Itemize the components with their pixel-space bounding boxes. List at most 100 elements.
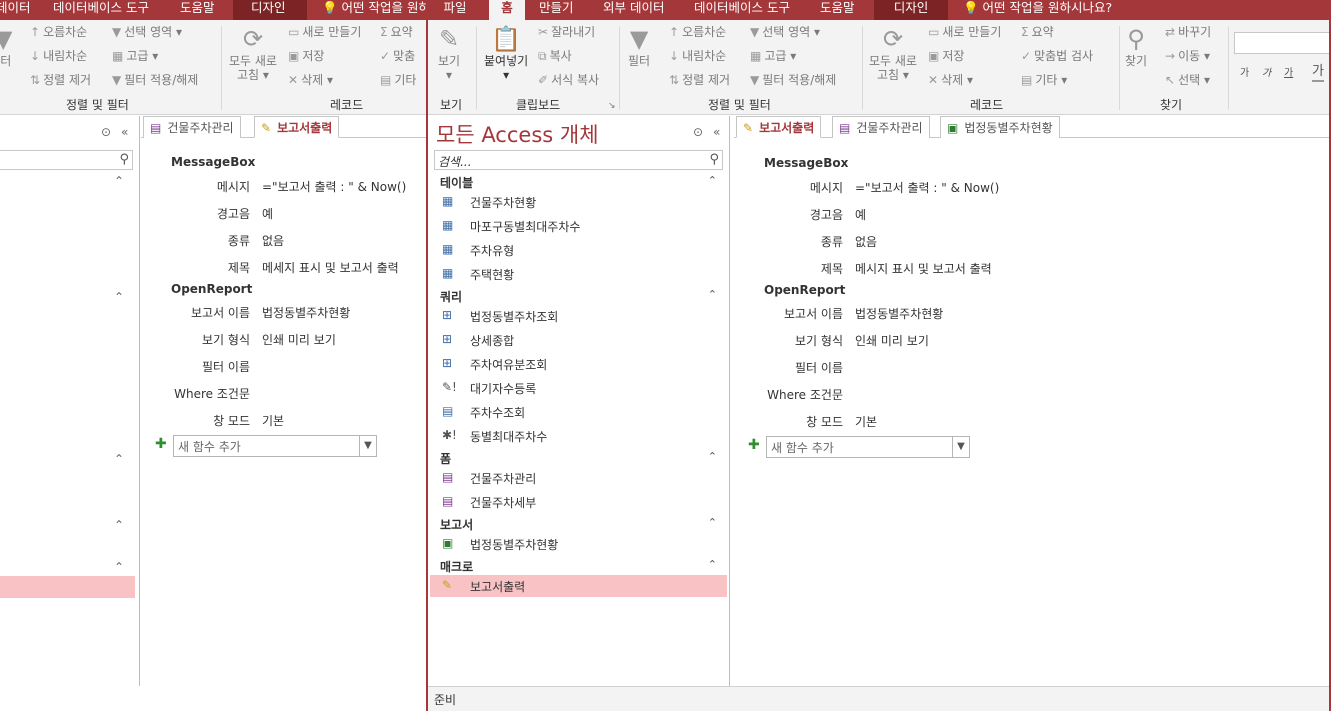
advanced-button[interactable]: ▦ 고급 ▾ [112, 48, 158, 64]
remove-sort-button[interactable]: ⇅ 정렬 제거 [30, 72, 91, 88]
group-collapse-icon[interactable]: ⌃ [708, 558, 717, 571]
save-record-button[interactable]: ▣ 저장 [288, 48, 324, 64]
font-color-button[interactable]: 가 [1312, 64, 1324, 82]
tab-report-output[interactable]: ✎ 보고서출력 [254, 116, 340, 138]
search-icon[interactable]: ⚲ [119, 152, 129, 167]
nav-item-form[interactable]: ▤ 건물주차관리 [430, 467, 729, 489]
tab-building-parking[interactable]: ▤ 건물주차관리 [143, 116, 241, 138]
spelling-button[interactable]: ✓ 맞춤법 검사 [1021, 48, 1093, 64]
tab-building-parking[interactable]: ▤ 건물주차관리 [832, 116, 930, 138]
nav-item-query[interactable]: ▤ 주차수조회 [430, 401, 729, 423]
group-collapse-icon[interactable]: ⌃ [114, 518, 124, 532]
nav-item-form[interactable]: ▤ 건물주차세부 [430, 491, 729, 513]
format-painter-button[interactable]: ✐ 서식 복사 [538, 72, 599, 88]
nav-group-macros[interactable]: 매크로 ⌃ [430, 556, 729, 576]
tell-me-box[interactable]: 💡 어떤 작업을 원하 [322, 0, 426, 20]
refresh-all-button[interactable]: ⟳ 모두 새로 고침 ▾ [869, 24, 917, 82]
chevron-down-icon[interactable]: ▼ [952, 437, 969, 457]
group-collapse-icon[interactable]: ⌃ [708, 450, 717, 463]
sort-descending-button[interactable]: ↓ 내림차순 [30, 48, 87, 64]
group-collapse-icon[interactable]: ⌃ [114, 560, 124, 574]
tab-parking-report[interactable]: ▣ 법정동별주차현황 [940, 116, 1060, 138]
save-record-button[interactable]: ▣ 저장 [928, 48, 964, 64]
advanced-button[interactable]: ▦ 고급 ▾ [750, 48, 796, 64]
menu-tab-create[interactable]: 만들기 [539, 0, 574, 20]
nav-group-forms[interactable]: 폼 ⌃ [430, 448, 729, 468]
more-button[interactable]: ▤ 기타 ▾ [1021, 72, 1067, 88]
add-new-action-combo[interactable]: ✚ 새 함수 추가 ▼ [155, 435, 377, 457]
paste-button[interactable]: 📋 붙여넣기 ▾ [484, 24, 528, 82]
action-messagebox[interactable]: MessageBox [171, 155, 255, 169]
arg-value[interactable]: 예 [855, 206, 866, 223]
tell-me-box[interactable]: 💡 어떤 작업을 원하시나요? [963, 0, 1112, 20]
remove-sort-button[interactable]: ⇅ 정렬 제거 [669, 72, 730, 88]
arg-value[interactable]: 메세지 표시 및 보고서 출력 [262, 259, 399, 276]
refresh-all-button[interactable]: ⟳ 모두 새로 고침 ▾ [229, 24, 277, 82]
nav-item-table[interactable]: ▦ 건물주차현황 [430, 191, 729, 213]
toggle-filter-button[interactable]: ▼ 필터 적용/해제 [112, 72, 198, 88]
menu-tab-help[interactable]: 도움말 [180, 0, 215, 20]
new-record-button[interactable]: ▭ 새로 만들기 [928, 24, 1001, 40]
arg-value[interactable]: 기본 [855, 413, 877, 430]
menu-tab-help[interactable]: 도움말 [820, 0, 855, 20]
nav-menu-chevron-icon[interactable]: ⊙ [693, 125, 703, 139]
selected-nav-item[interactable] [0, 576, 135, 598]
sort-descending-button[interactable]: ↓ 내림차순 [669, 48, 726, 64]
font-underline-button[interactable]: 가 [1284, 66, 1293, 82]
spelling-button[interactable]: ✓ 맞춤 [380, 48, 415, 64]
nav-search-box[interactable]: 검색... ⚲ [434, 150, 723, 170]
nav-group-reports[interactable]: 보고서 ⌃ [430, 514, 729, 534]
toggle-filter-button[interactable]: ▼ 필터 적용/해제 [750, 72, 836, 88]
arg-value[interactable]: 없음 [262, 232, 284, 249]
group-collapse-icon[interactable]: ⌃ [114, 290, 124, 304]
menu-tab-file[interactable]: 파일 [430, 0, 480, 20]
menu-tab-design[interactable]: 디자인 [874, 0, 948, 20]
new-record-button[interactable]: ▭ 새로 만들기 [288, 24, 361, 40]
nav-item-macro[interactable]: ✎ 보고서출력 [430, 575, 727, 597]
arg-value[interactable]: 법정동별주차현황 [262, 304, 350, 321]
arg-value[interactable]: ="보고서 출력 : " & Now() [262, 178, 406, 195]
tab-report-output[interactable]: ✎ 보고서출력 [736, 116, 822, 138]
menu-tab-data[interactable]: 데이터 [0, 0, 31, 20]
group-collapse-icon[interactable]: ⌃ [708, 174, 717, 187]
font-name-combo[interactable] [1234, 32, 1331, 54]
nav-item-query[interactable]: ✎! 대기자수등록 [430, 377, 729, 399]
nav-menu-chevron-icon[interactable]: ⊙ [101, 125, 111, 139]
nav-item-query[interactable]: ⊞ 상세종합 [430, 329, 729, 351]
copy-button[interactable]: ⧉ 복사 [538, 48, 572, 64]
nav-item-table[interactable]: ▦ 주차유형 [430, 239, 729, 261]
collapse-nav-icon[interactable]: « [713, 125, 720, 139]
selection-button[interactable]: ▼ 선택 영역 ▾ [112, 24, 182, 40]
arg-value[interactable]: 인쇄 미리 보기 [855, 332, 929, 349]
menu-tab-external-data[interactable]: 외부 데이터 [603, 0, 664, 20]
selection-button[interactable]: ▼ 선택 영역 ▾ [750, 24, 820, 40]
sort-ascending-button[interactable]: ↑ 오름차순 [30, 24, 87, 40]
arg-value[interactable]: 없음 [855, 233, 877, 250]
arg-value[interactable]: 법정동별주차현황 [855, 305, 943, 322]
delete-record-button[interactable]: ✕ 삭제 ▾ [928, 72, 973, 88]
select-button[interactable]: ↖ 선택 ▾ [1165, 72, 1210, 88]
more-button[interactable]: ▤ 기타 [380, 72, 416, 88]
replace-button[interactable]: ⇄ 바꾸기 [1165, 24, 1211, 40]
goto-button[interactable]: → 이동 ▾ [1165, 48, 1210, 64]
menu-tab-database-tools[interactable]: 데이터베이스 도구 [53, 0, 149, 20]
delete-record-button[interactable]: ✕ 삭제 ▾ [288, 72, 333, 88]
cut-button[interactable]: ✂ 잘라내기 [538, 24, 595, 40]
menu-tab-home[interactable]: 홈 [489, 0, 525, 20]
nav-item-query[interactable]: ✱! 동별최대주차수 [430, 425, 729, 447]
find-button[interactable]: ⚲ 찾기 [1125, 24, 1147, 68]
action-messagebox[interactable]: MessageBox [764, 156, 848, 170]
nav-title[interactable]: 모든 Access 개체 [436, 119, 599, 149]
filter-button[interactable]: ▼필터 [628, 24, 650, 68]
font-italic-button[interactable]: 가 [1262, 66, 1271, 82]
view-button[interactable]: ✎ 보기 ▾ [438, 24, 460, 82]
menu-tab-database-tools[interactable]: 데이터베이스 도구 [694, 0, 790, 20]
nav-search-box[interactable]: ⚲ [0, 150, 133, 170]
font-bold-button[interactable]: 가 [1240, 66, 1249, 82]
nav-item-query[interactable]: ⊞ 주차여유분조회 [430, 353, 729, 375]
nav-group-queries[interactable]: 쿼리 ⌃ [430, 286, 729, 306]
dialog-launcher-icon[interactable]: ↘ [608, 98, 616, 114]
nav-item-table[interactable]: ▦ 주택현황 [430, 263, 729, 285]
action-openreport[interactable]: OpenReport [764, 283, 845, 297]
chevron-down-icon[interactable]: ▼ [359, 436, 376, 456]
